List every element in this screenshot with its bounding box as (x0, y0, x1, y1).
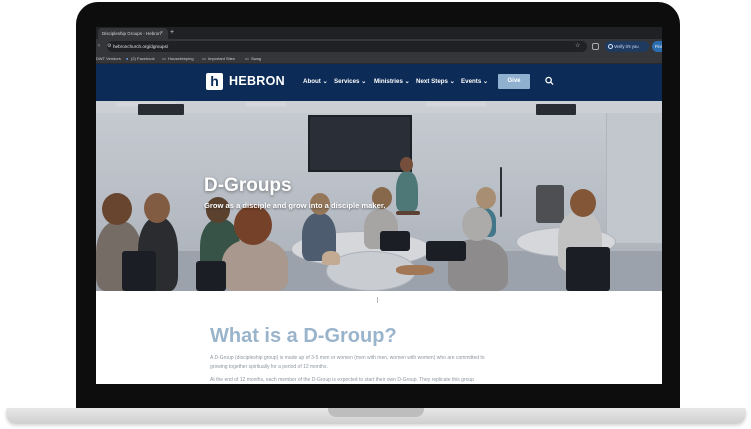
scroll-indicator (377, 297, 378, 303)
bookmark-star-icon[interactable]: ☆ (575, 41, 580, 52)
nav-label: Events (461, 78, 482, 85)
section-heading: What is a D-Group? (210, 325, 397, 347)
hero-overlay (96, 101, 662, 291)
give-button[interactable]: Give (498, 74, 530, 89)
extension-icon[interactable] (592, 43, 599, 50)
nav-label: Ministries (374, 78, 403, 85)
bookmark-item[interactable]: Swag (251, 54, 261, 64)
verify-button[interactable]: Verify it's you (605, 41, 649, 52)
nav-label: Next Steps (416, 78, 448, 85)
bookmarks-bar: DWT Vendors ● (2) Facebook ▭ Housekeepin… (96, 54, 662, 64)
body-paragraph: growing together spiritually for a perio… (210, 364, 328, 370)
logo-icon[interactable]: h (206, 73, 223, 90)
chevron-down-icon: ⌄ (483, 78, 489, 85)
nav-item-about[interactable]: About ⌄ (303, 75, 328, 89)
hero-banner: D-Groups Grow as a disciple and grow int… (96, 101, 662, 291)
finish-update-button[interactable]: Fini (652, 41, 662, 52)
logo-text[interactable]: HEBRON (229, 73, 285, 90)
bookmark-item[interactable]: Important Sites (208, 54, 235, 64)
site-info-icon[interactable]: ⚙ (107, 41, 111, 52)
main-content: What is a D-Group? A D-Group (disciplesh… (96, 291, 662, 384)
url-text: hebronchurch.org/dgroups/ (113, 44, 169, 49)
back-icon[interactable]: ‹ (98, 39, 100, 54)
chevron-down-icon: ⌄ (404, 78, 410, 85)
chevron-down-icon: ⌄ (322, 78, 328, 85)
chevron-down-icon: ⌄ (361, 78, 367, 85)
info-icon (608, 44, 613, 49)
hero-title: D-Groups (204, 175, 292, 196)
search-icon[interactable] (545, 75, 554, 87)
browser-tabbar: Discipleship Groups - Hebron × + (96, 27, 662, 39)
body-paragraph: At the end of 12 months, each member of … (210, 377, 474, 383)
browser-toolbar: ‹ ⚙ hebronchurch.org/dgroups/ ☆ Verify i… (96, 39, 662, 54)
finish-update-label: Fini (655, 44, 662, 49)
folder-icon: ▭ (202, 56, 206, 61)
nav-label: About (303, 78, 321, 85)
close-icon[interactable]: × (160, 28, 163, 39)
nav-item-next-steps[interactable]: Next Steps ⌄ (416, 75, 455, 89)
nav-label: Services (334, 78, 360, 85)
chevron-down-icon: ⌄ (449, 78, 455, 85)
bookmark-item[interactable]: Housekeeping (168, 54, 194, 64)
laptop-notch (328, 408, 424, 417)
folder-icon: ▭ (245, 56, 249, 61)
body-paragraph: A D-Group (discipleship group) is made u… (210, 355, 485, 361)
nav-item-services[interactable]: Services ⌄ (334, 75, 366, 89)
nav-item-ministries[interactable]: Ministries ⌄ (374, 75, 410, 89)
verify-label: Verify it's you (614, 44, 639, 49)
screen: Discipleship Groups - Hebron × + ‹ ⚙ heb… (96, 27, 662, 384)
new-tab-button[interactable]: + (170, 27, 174, 39)
tab-title: Discipleship Groups - Hebron (102, 31, 161, 36)
hero-subtitle: Grow as a disciple and grow into a disci… (204, 201, 386, 210)
browser-tab[interactable]: Discipleship Groups - Hebron × (98, 28, 168, 39)
bookmark-item[interactable]: (2) Facebook (131, 54, 155, 64)
nav-item-events[interactable]: Events ⌄ (461, 75, 488, 89)
address-bar[interactable]: ⚙ hebronchurch.org/dgroups/ ☆ (107, 41, 587, 52)
bookmark-item[interactable]: DWT Vendors (96, 54, 121, 64)
site-header: h HEBRON About ⌄ Services ⌄ Ministries ⌄… (96, 64, 662, 101)
folder-icon: ▭ (162, 56, 166, 61)
facebook-icon: ● (126, 56, 129, 61)
